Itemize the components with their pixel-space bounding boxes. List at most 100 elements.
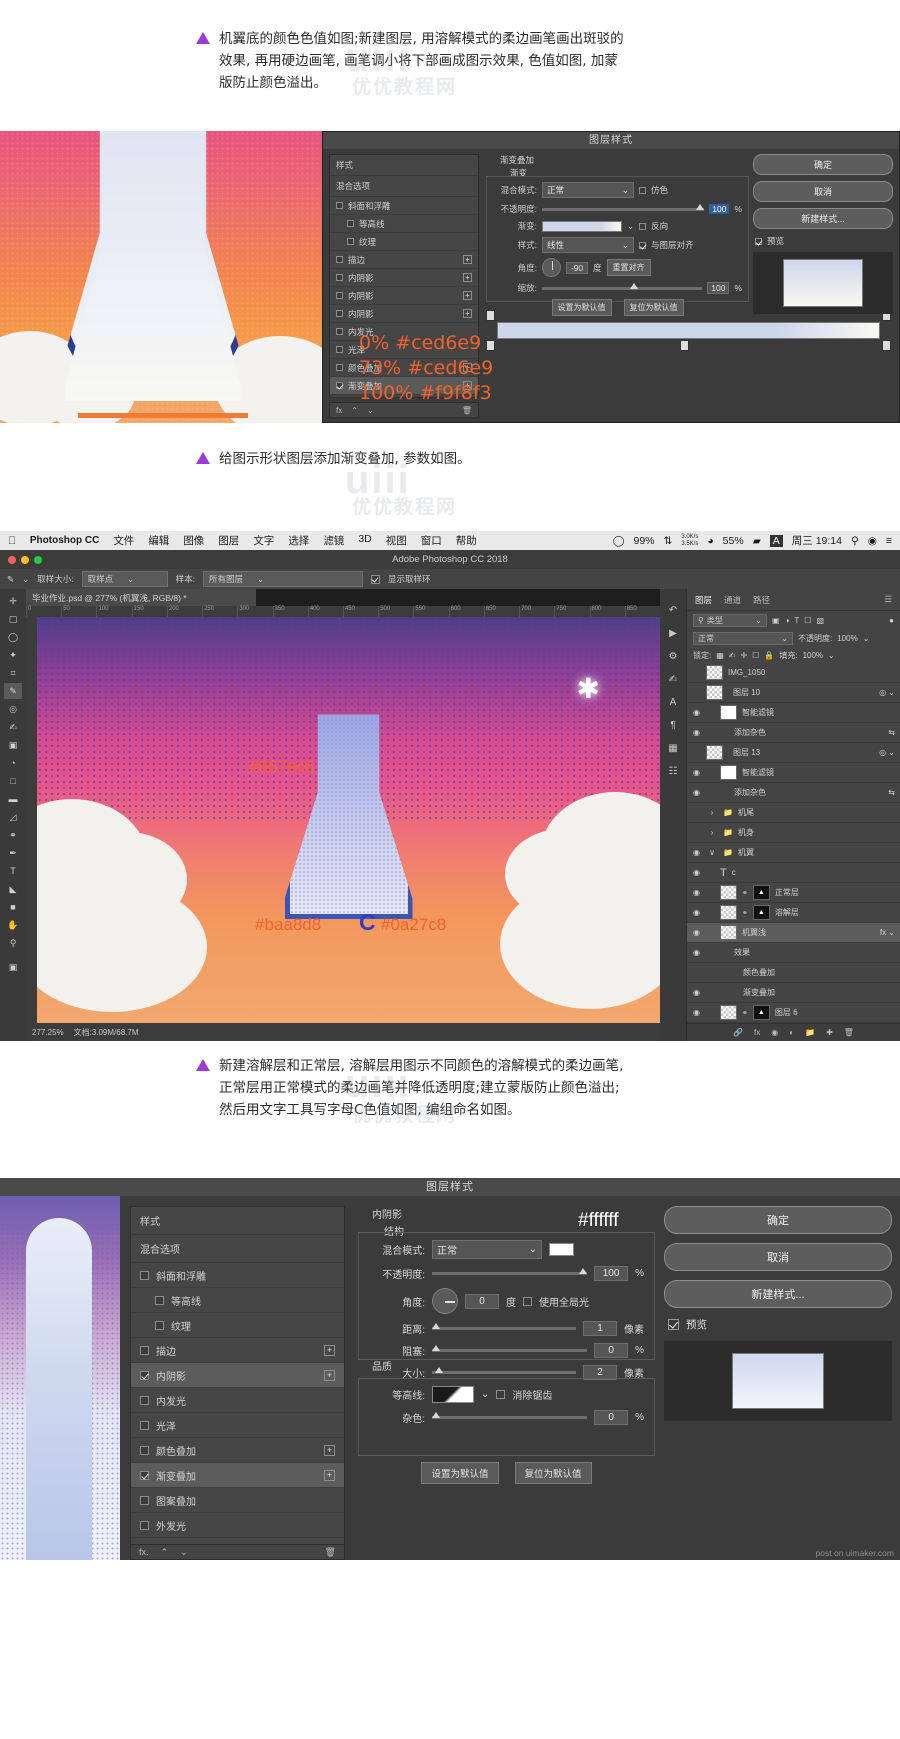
set-default-button[interactable]: 设置为默认值 bbox=[421, 1462, 499, 1484]
siri-icon[interactable]: ◉ bbox=[868, 535, 877, 547]
panel-menu-icon[interactable]: ☰ bbox=[884, 594, 892, 606]
menu-选择[interactable]: 选择 bbox=[288, 533, 309, 548]
filter-adjustment-icon[interactable]: ◑ bbox=[785, 616, 790, 625]
blend-opacity-row[interactable]: 正常 ⌄ 不透明度: 100% ⌄ bbox=[687, 629, 900, 647]
blend-mode-select[interactable]: 正常 ⌄ bbox=[542, 182, 634, 198]
style-item-7[interactable]: 颜色叠加 + bbox=[131, 1438, 344, 1463]
add-mask-icon[interactable]: ◉ bbox=[771, 1028, 778, 1037]
play-icon[interactable]: ▶ bbox=[669, 628, 677, 639]
noise-value[interactable]: 0 bbox=[594, 1410, 629, 1425]
style-checkbox[interactable] bbox=[140, 1270, 149, 1280]
menu-视图[interactable]: 视图 bbox=[386, 533, 407, 548]
gradient-editor-strip[interactable] bbox=[486, 310, 891, 388]
filter-row[interactable]: ⚲ 类型 ⌄ ▣ ◑ T ☐ ▧ ● bbox=[687, 611, 900, 629]
down-arrow-icon[interactable]: ⌄ bbox=[367, 406, 374, 415]
style-checkbox[interactable] bbox=[336, 346, 343, 353]
style-item-5[interactable]: 内阴影 + bbox=[330, 287, 478, 305]
layer-mask-thumbnail[interactable]: ▲ bbox=[752, 1005, 770, 1020]
menu-文字[interactable]: 文字 bbox=[253, 533, 274, 548]
style-checkbox[interactable] bbox=[140, 1395, 149, 1405]
layer-row[interactable]: ◉ Tc bbox=[687, 863, 900, 883]
global-light-checkbox[interactable] bbox=[523, 1296, 532, 1306]
eyedropper-tool-icon[interactable]: ✎ bbox=[4, 683, 22, 699]
choke-slider[interactable] bbox=[432, 1345, 588, 1352]
style-checkbox[interactable] bbox=[347, 238, 354, 245]
zoom-level[interactable]: 277.25% bbox=[32, 1028, 64, 1037]
layer-row[interactable]: › 📁 机尾 bbox=[687, 803, 900, 823]
chevron-down-icon[interactable]: ⌄ bbox=[481, 1389, 489, 1400]
layer-row[interactable]: ◉ 渐变叠加 bbox=[687, 983, 900, 1003]
layer-thumbnail[interactable] bbox=[720, 925, 737, 940]
canvas-area[interactable]: 0 50 100 150 200 250 300 350 400 450 500 550 600 65… bbox=[26, 606, 660, 1023]
cancel-button[interactable]: 取消 bbox=[664, 1243, 892, 1271]
new-group-icon[interactable]: 📁 bbox=[805, 1028, 815, 1037]
layer-row[interactable]: 颜色叠加 bbox=[687, 963, 900, 983]
brush-settings-icon[interactable]: ✍ bbox=[669, 674, 677, 685]
eye-visible-icon[interactable]: ◉ bbox=[692, 848, 701, 857]
eye-visible-icon[interactable]: ◉ bbox=[692, 888, 701, 897]
lock-transparent-icon[interactable]: ▦ bbox=[716, 651, 724, 660]
clock[interactable]: 周三 19:14 bbox=[792, 533, 842, 548]
style-item-0[interactable]: 斜面和浮雕 bbox=[131, 1263, 344, 1288]
style-item-10[interactable]: 外发光 bbox=[131, 1513, 344, 1538]
opacity-slider[interactable] bbox=[432, 1268, 588, 1275]
history-icon[interactable]: ↶ bbox=[669, 605, 677, 616]
layer-thumbnail[interactable] bbox=[720, 905, 737, 920]
layer-mask-thumbnail[interactable]: ▲ bbox=[752, 905, 770, 920]
group-disclosure-icon[interactable]: ∨ bbox=[706, 848, 718, 857]
gradient-stop-bottom-right[interactable] bbox=[882, 340, 891, 351]
filter-image-icon[interactable]: ▣ bbox=[772, 616, 780, 625]
menu-3D[interactable]: 3D bbox=[358, 533, 371, 548]
toolbox[interactable]: ✛ ▢ ◯ ✦ ⌗ ✎ ◎ ✍ ▣ ◔ □ ▬ ◿ ⚭ ✒ T ◣ ■ ✋ ⚲ … bbox=[0, 589, 26, 1041]
search-icon[interactable]: ⚲ bbox=[851, 535, 859, 547]
dodge-tool-icon[interactable]: ⚭ bbox=[4, 827, 22, 843]
angle-value[interactable]: 0 bbox=[465, 1293, 499, 1309]
blending-options-item[interactable]: 混合选项 bbox=[330, 176, 478, 197]
chevron-down-icon[interactable]: ⌄ bbox=[828, 651, 835, 660]
group-disclosure-icon[interactable]: › bbox=[706, 808, 718, 817]
style-checkbox[interactable] bbox=[336, 310, 343, 317]
delete-layer-icon[interactable]: 🗑 bbox=[844, 1028, 854, 1037]
foreground-background-color[interactable]: ▣ bbox=[4, 959, 22, 975]
layer-row[interactable]: ◉ ⚭ ▲ 图层 6 bbox=[687, 1003, 900, 1023]
filter-options-icon[interactable]: ⇆ bbox=[888, 788, 895, 797]
reset-default-button[interactable]: 复位为默认值 bbox=[514, 1462, 592, 1484]
opacity-value[interactable]: 100% bbox=[837, 634, 857, 643]
style-checkbox[interactable] bbox=[140, 1470, 149, 1480]
style-item-6[interactable]: 光泽 bbox=[131, 1413, 344, 1438]
eye-visible-icon[interactable]: ◉ bbox=[692, 988, 701, 997]
add-effect-icon[interactable]: + bbox=[324, 1469, 335, 1481]
eye-visible-icon[interactable]: ◉ bbox=[692, 788, 701, 797]
link-layers-icon[interactable]: 🔗 bbox=[733, 1028, 743, 1037]
gradient-stop-bottom-left[interactable] bbox=[486, 340, 495, 351]
notification-center-icon[interactable]: ≡ bbox=[886, 535, 892, 547]
menu-滤镜[interactable]: 滤镜 bbox=[323, 533, 344, 548]
layer-list[interactable]: IMG_1050 图层 10 ◎ ⌄ ◉ 智能滤镜 ◉ 添加杂色 ⇆ 图层 13 ◎ ⌄ ◉ 智能滤镜… bbox=[687, 663, 900, 1023]
eye-visible-icon[interactable]: ◉ bbox=[692, 728, 701, 737]
pen-tool-icon[interactable]: ✒ bbox=[4, 845, 22, 861]
up-arrow-icon[interactable]: ⌃ bbox=[351, 406, 358, 415]
gradient-bar[interactable] bbox=[497, 322, 880, 339]
add-effect-icon[interactable]: + bbox=[463, 273, 472, 282]
layer-row[interactable]: ◉ 添加杂色 ⇆ bbox=[687, 723, 900, 743]
lock-position-icon[interactable]: ✛ bbox=[741, 651, 748, 660]
filter-mask-thumbnail[interactable] bbox=[720, 705, 737, 720]
style-item-4[interactable]: 内阴影 + bbox=[131, 1363, 344, 1388]
canvas[interactable]: ✱ #667ec6 #baa8d8 C #0a27c8 bbox=[37, 617, 660, 1023]
layer-row[interactable]: ◉ 机翼浅 fx ⌄ bbox=[687, 923, 900, 943]
layer-row[interactable]: 图层 13 ◎ ⌄ bbox=[687, 743, 900, 763]
style-checkbox[interactable] bbox=[347, 220, 354, 227]
trash-icon[interactable]: 🗑 bbox=[325, 1547, 336, 1558]
chevron-down-icon[interactable]: ⌄ bbox=[627, 221, 634, 232]
dialog-fx-bar[interactable]: fx ⌃ ⌄ 🗑 bbox=[329, 402, 479, 418]
eye-visible-icon[interactable]: ◉ bbox=[692, 948, 701, 957]
marquee-tool-icon[interactable]: ▢ bbox=[4, 611, 22, 627]
filter-smart-icon[interactable]: ▧ bbox=[816, 616, 824, 625]
fx-icon[interactable]: fx. bbox=[139, 1547, 149, 1557]
down-arrow-icon[interactable]: ⌄ bbox=[180, 1547, 188, 1558]
dither-checkbox[interactable] bbox=[639, 186, 646, 194]
gradient-stop-top-left[interactable] bbox=[486, 310, 495, 321]
lock-image-icon[interactable]: ✍ bbox=[729, 651, 736, 660]
antialias-checkbox[interactable] bbox=[496, 1390, 506, 1399]
trash-icon[interactable]: 🗑 bbox=[462, 406, 472, 415]
